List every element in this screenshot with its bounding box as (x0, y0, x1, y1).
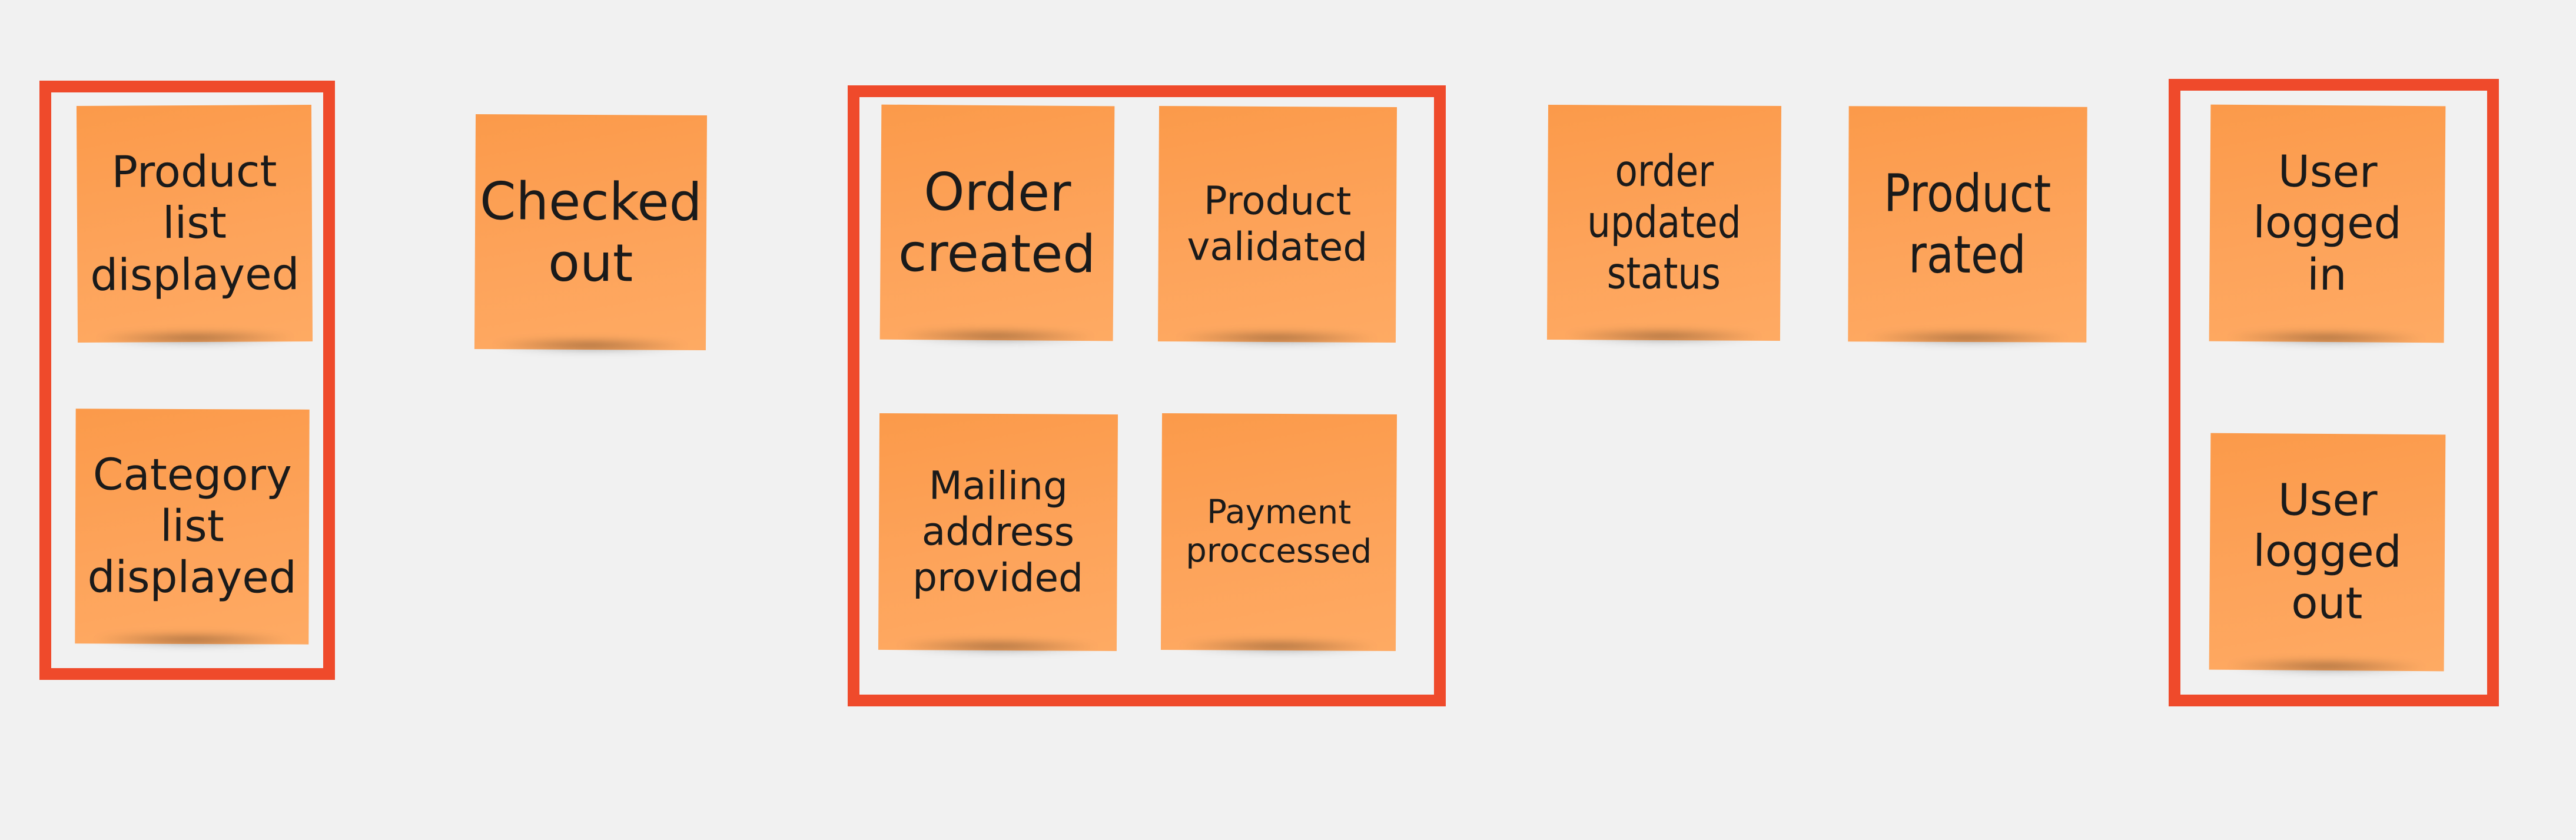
sticky-note-product-list-displayed[interactable]: Product list displayed (76, 104, 313, 343)
sticky-note-product-validated[interactable]: Product validated (1157, 105, 1397, 343)
sticky-note-product-rated[interactable]: Product rated (1848, 106, 2087, 343)
sticky-note-text: order updated status (1586, 145, 1742, 300)
sticky-note-text: Mailing address provided (912, 463, 1084, 601)
sticky-note-order-created[interactable]: Order created (879, 104, 1115, 341)
sticky-note-text: Product validated (1187, 178, 1368, 270)
sticky-note-payment-processed[interactable]: Payment proccessed (1160, 413, 1397, 652)
sticky-note-text: User logged in (2253, 146, 2402, 300)
sticky-note-text: Product rated (1884, 162, 2051, 285)
sticky-note-order-updated-status[interactable]: order updated status (1546, 104, 1782, 341)
sticky-note-text: Order created (898, 161, 1096, 284)
sticky-note-category-list-displayed[interactable]: Category list displayed (75, 409, 310, 645)
sticky-note-user-logged-in[interactable]: User logged in (2209, 104, 2446, 343)
sticky-note-text: Checked out (479, 170, 702, 293)
sticky-note-text: User logged out (2253, 474, 2402, 629)
sticky-note-checked-out[interactable]: Checked out (474, 114, 708, 351)
sticky-note-text: Payment proccessed (1186, 493, 1372, 571)
sticky-note-text: Category list displayed (87, 449, 297, 603)
sticky-note-text: Product list displayed (90, 146, 300, 301)
sticky-note-mailing-address-provided[interactable]: Mailing address provided (878, 413, 1118, 652)
sticky-note-user-logged-out[interactable]: User logged out (2209, 433, 2446, 672)
